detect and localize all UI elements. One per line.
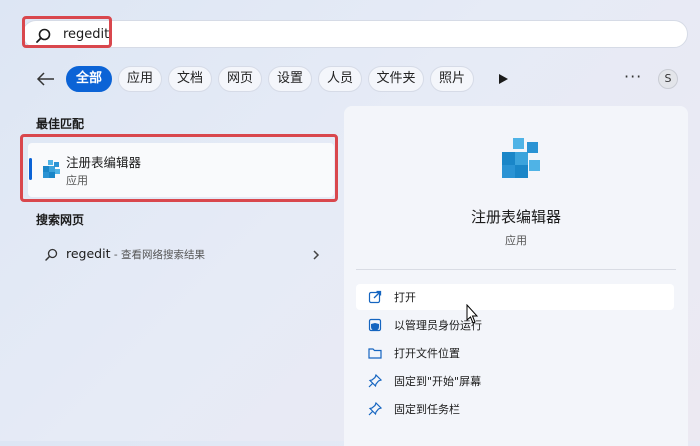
action-open-file-location-label: 打开文件位置 xyxy=(394,347,460,360)
search-icon xyxy=(45,248,58,261)
open-icon xyxy=(368,290,382,304)
app-type: 应用 xyxy=(505,234,527,247)
web-search-heading: 搜索网页 xyxy=(36,213,85,227)
pin-icon xyxy=(368,374,382,388)
action-pin-to-start[interactable]: 固定到"开始"屏幕 xyxy=(356,368,674,394)
action-pin-to-taskbar[interactable]: 固定到任务栏 xyxy=(356,396,674,422)
pin-icon xyxy=(368,402,382,416)
filter-chip-photos[interactable]: 照片 xyxy=(430,66,474,92)
search-highlight-box xyxy=(22,16,112,48)
action-pin-to-taskbar-label: 固定到任务栏 xyxy=(394,403,460,416)
filter-bar: 全部 应用 文档 网页 设置 人员 文件夹 照片 ··· S xyxy=(0,64,700,94)
chevron-right-icon[interactable] xyxy=(311,249,321,261)
filter-chip-web[interactable]: 网页 xyxy=(218,66,262,92)
play-icon[interactable] xyxy=(497,73,509,85)
more-options-button[interactable]: ··· xyxy=(624,67,642,86)
mouse-cursor-icon xyxy=(466,304,479,324)
filter-chip-all[interactable]: 全部 xyxy=(66,66,112,92)
action-open-file-location[interactable]: 打开文件位置 xyxy=(356,340,674,366)
details-panel: 注册表编辑器 应用 打开 以管理员身份运行 打开文件位置 固定到"开始"屏幕 固… xyxy=(344,106,688,446)
action-open[interactable]: 打开 xyxy=(356,284,674,310)
search-box[interactable] xyxy=(22,20,688,48)
filter-chip-settings[interactable]: 设置 xyxy=(268,66,312,92)
web-search-result[interactable]: regedit - 查看网络搜索结果 xyxy=(28,240,334,270)
avatar[interactable]: S xyxy=(658,69,678,89)
action-pin-to-start-label: 固定到"开始"屏幕 xyxy=(394,375,482,388)
web-search-query: regedit xyxy=(66,246,111,261)
back-arrow-icon[interactable] xyxy=(34,68,58,90)
action-open-label: 打开 xyxy=(394,291,416,304)
filter-chip-people[interactable]: 人员 xyxy=(318,66,362,92)
best-match-highlight-box xyxy=(20,134,338,202)
registry-editor-icon xyxy=(502,138,540,178)
folder-icon xyxy=(368,348,382,359)
best-match-heading: 最佳匹配 xyxy=(36,117,85,131)
app-title: 注册表编辑器 xyxy=(470,208,561,226)
action-run-as-admin[interactable]: 以管理员身份运行 xyxy=(356,312,674,338)
filter-chip-folders[interactable]: 文件夹 xyxy=(368,66,424,92)
shield-admin-icon xyxy=(368,318,382,332)
web-search-hint: - 查看网络搜索结果 xyxy=(110,249,205,261)
divider xyxy=(356,269,676,270)
filter-chip-documents[interactable]: 文档 xyxy=(168,66,212,92)
filter-chip-apps[interactable]: 应用 xyxy=(118,66,162,92)
